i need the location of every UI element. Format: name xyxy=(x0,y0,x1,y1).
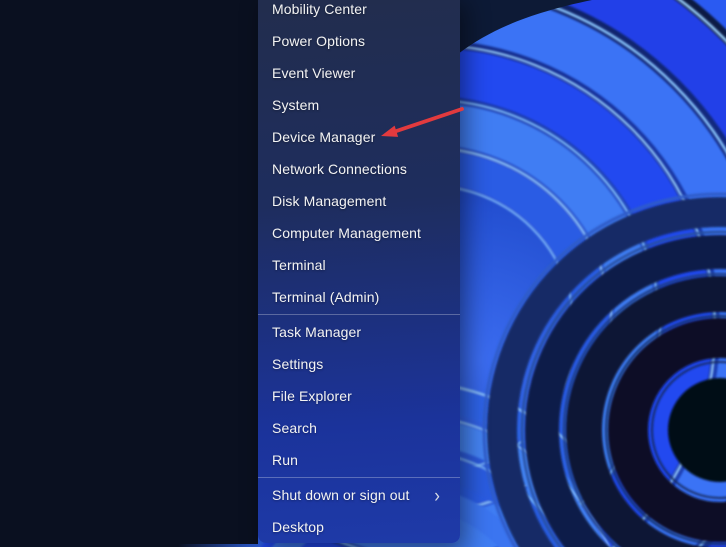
menu-item-desktop[interactable]: Desktop xyxy=(258,511,460,543)
menu-item-event-viewer[interactable]: Event Viewer xyxy=(258,57,460,89)
menu-item-label: System xyxy=(272,97,320,113)
menu-item-label: Shut down or sign out xyxy=(272,487,410,503)
menu-item-label: Power Options xyxy=(272,33,366,49)
winx-context-menu: Mobility Center Power Options Event View… xyxy=(258,0,460,543)
menu-item-label: Network Connections xyxy=(272,161,407,177)
submenu-chevron-icon: › xyxy=(434,484,440,506)
menu-item-shut-down-or-sign-out[interactable]: Shut down or sign out › xyxy=(258,479,460,511)
menu-item-file-explorer[interactable]: File Explorer xyxy=(258,380,460,412)
menu-item-label: Terminal (Admin) xyxy=(272,289,380,305)
menu-item-task-manager[interactable]: Task Manager xyxy=(258,316,460,348)
menu-item-terminal[interactable]: Terminal xyxy=(258,249,460,281)
menu-item-label: Terminal xyxy=(272,257,326,273)
menu-item-label: Desktop xyxy=(272,519,325,535)
menu-item-disk-management[interactable]: Disk Management xyxy=(258,185,460,217)
desktop: Mobility Center Power Options Event View… xyxy=(0,0,726,547)
menu-item-label: Run xyxy=(272,452,298,468)
menu-item-label: Disk Management xyxy=(272,193,387,209)
menu-item-search[interactable]: Search xyxy=(258,412,460,444)
menu-item-label: File Explorer xyxy=(272,388,352,404)
menu-item-power-options[interactable]: Power Options xyxy=(258,25,460,57)
menu-separator xyxy=(258,477,460,478)
menu-separator xyxy=(258,314,460,315)
menu-item-terminal-admin[interactable]: Terminal (Admin) xyxy=(258,281,460,313)
menu-item-label: Mobility Center xyxy=(272,1,367,17)
menu-item-network-connections[interactable]: Network Connections xyxy=(258,153,460,185)
menu-item-label: Search xyxy=(272,420,317,436)
menu-item-label: Settings xyxy=(272,356,324,372)
menu-item-label: Event Viewer xyxy=(272,65,356,81)
annotation-arrow-icon xyxy=(381,107,464,137)
menu-item-computer-management[interactable]: Computer Management xyxy=(258,217,460,249)
menu-item-settings[interactable]: Settings xyxy=(258,348,460,380)
dark-overlay xyxy=(0,0,258,547)
menu-item-run[interactable]: Run xyxy=(258,444,460,476)
menu-item-label: Device Manager xyxy=(272,129,376,145)
menu-item-label: Task Manager xyxy=(272,324,362,340)
menu-item-mobility-center[interactable]: Mobility Center xyxy=(258,0,460,25)
menu-item-label: Computer Management xyxy=(272,225,421,241)
